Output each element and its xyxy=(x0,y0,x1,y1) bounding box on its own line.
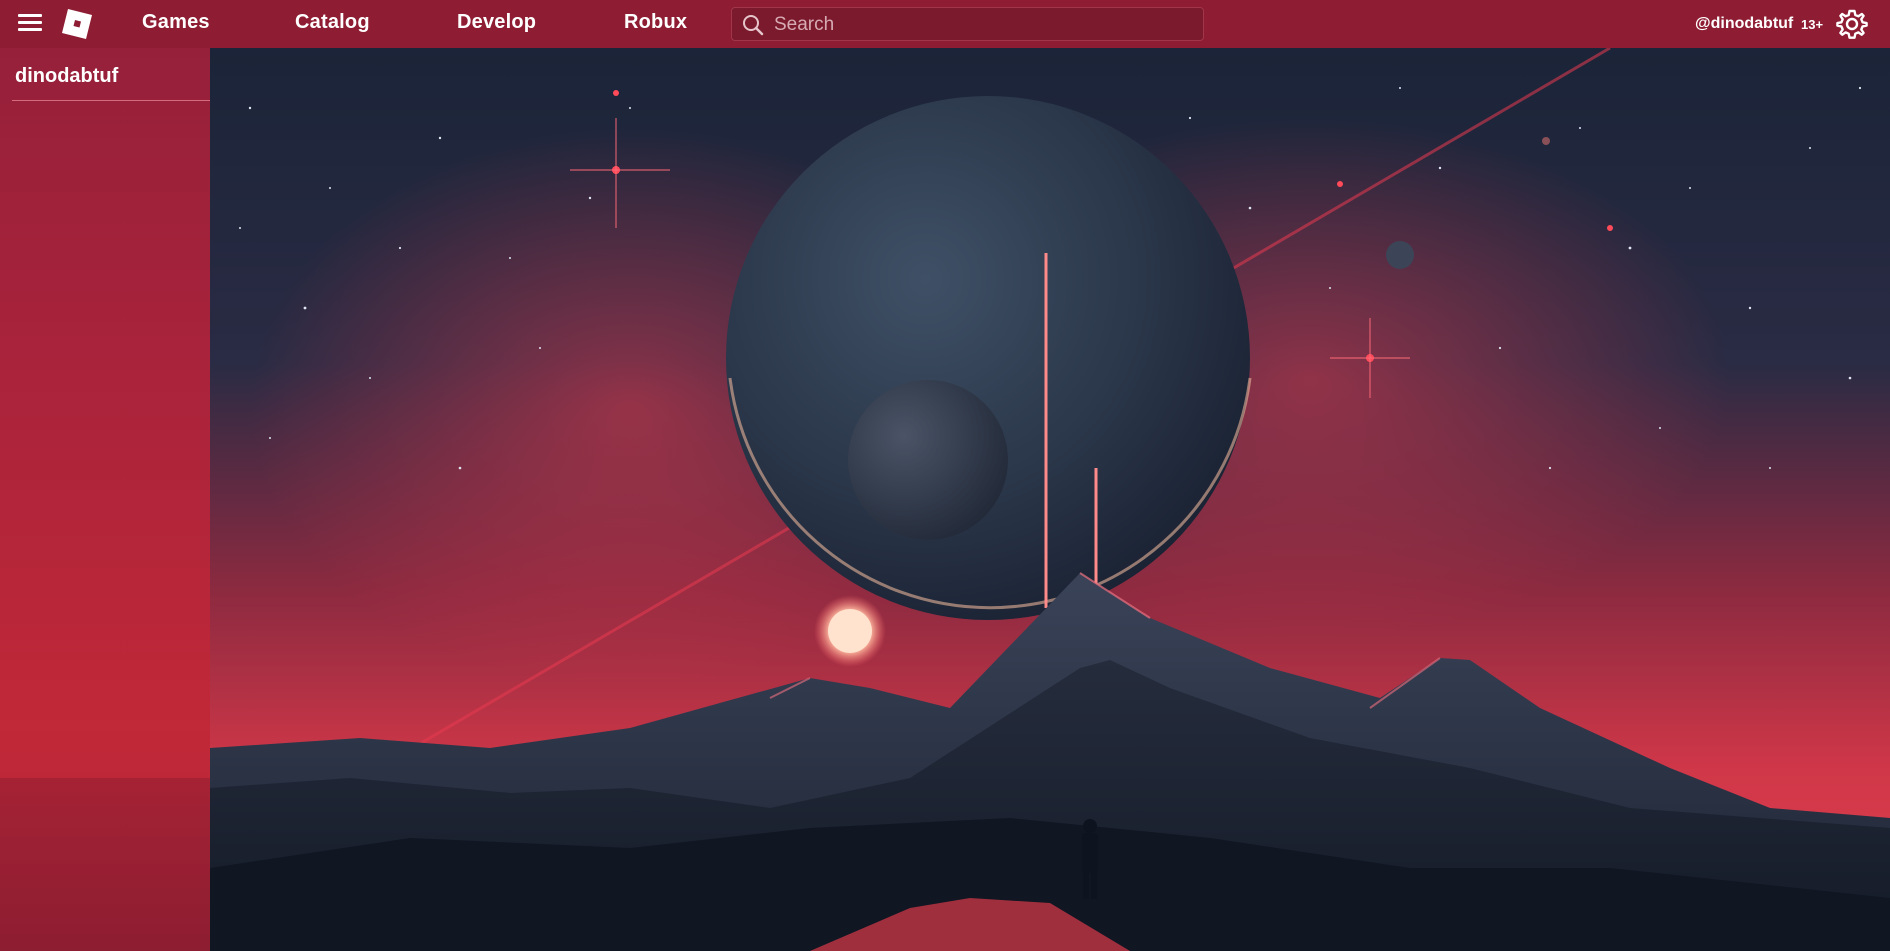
background-artwork xyxy=(210,48,1890,951)
hamburger-menu-icon[interactable] xyxy=(18,14,42,34)
nav-robux-link[interactable]: Robux xyxy=(624,11,687,34)
nav-games-link[interactable]: Games xyxy=(142,11,210,34)
sidebar-mountain-overlay xyxy=(0,778,210,951)
search-input[interactable] xyxy=(772,8,1196,42)
nav-develop-link[interactable]: Develop xyxy=(457,11,536,34)
search-box xyxy=(731,7,1204,42)
nav-catalog-link[interactable]: Catalog xyxy=(295,11,370,34)
age-badge: 13+ xyxy=(1801,17,1824,32)
roblox-logo[interactable] xyxy=(62,9,92,39)
top-navigation-bar: Games Catalog Develop Robux @dinodabtuf … xyxy=(0,0,1890,48)
sidebar-divider xyxy=(12,100,210,101)
account-username[interactable]: @dinodabtuf xyxy=(1695,15,1793,33)
search-icon[interactable] xyxy=(742,14,764,36)
gear-icon[interactable] xyxy=(1836,8,1868,40)
left-sidebar: dinodabtuf xyxy=(0,48,210,951)
sidebar-username-link[interactable]: dinodabtuf xyxy=(15,65,118,88)
